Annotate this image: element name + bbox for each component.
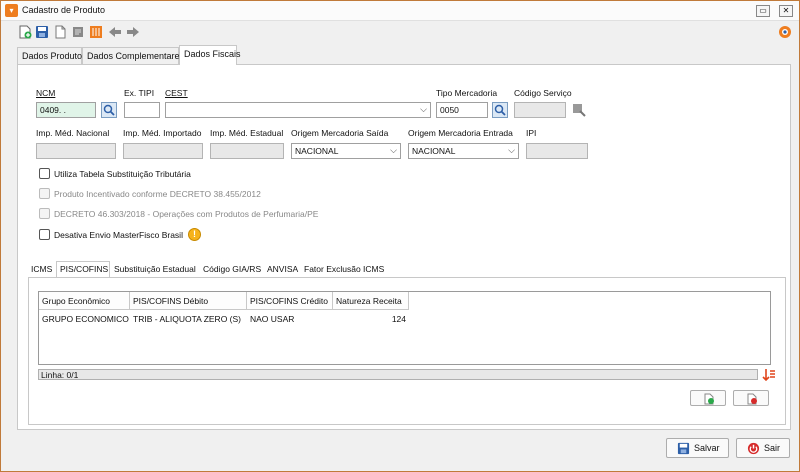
tipo-mercadoria-label: Tipo Mercadoria [436,88,498,98]
remove-row-button[interactable] [733,390,769,406]
window-title: Cadastro de Produto [22,5,106,15]
ex-tipi-label: Ex. TIPI [124,88,155,98]
st-table-checkbox[interactable] [39,168,50,179]
perfumaria-checkbox [39,208,50,219]
report-icon[interactable] [89,25,103,39]
exit-label: Sair [764,443,781,453]
col-natureza-receita[interactable]: Natureza Receita [333,292,409,310]
imp-med-importado-label: Imp. Méd. Importado [123,128,202,138]
tipo-mercadoria-search-icon[interactable] [492,102,508,118]
ipi-input [526,143,588,159]
tipo-mercadoria-input[interactable]: 0050 [436,102,488,118]
incentivado-label: Produto Incentivado conforme DECRETO 38.… [54,189,261,199]
app-icon: ▾ [5,4,18,17]
warning-icon: ! [188,228,201,241]
close-button[interactable]: ✕ [779,5,793,17]
fiscal-panel: NCM 0409. . Ex. TIPI CEST ⌵ Tipo Mercado… [17,64,791,430]
ncm-label: NCM [36,88,56,98]
add-row-button[interactable] [690,390,726,406]
pis-cofins-panel: Grupo Econômico PIS/COFINS Débito PIS/CO… [28,277,786,425]
row-counter: Linha: 0/1 [41,370,79,380]
st-table-label: Utiliza Tabela Substituição Tributária [54,169,191,179]
arrow-left-icon[interactable] [108,25,122,39]
exit-button[interactable]: Sair [736,438,790,458]
ipi-label: IPI [526,128,537,138]
save-button[interactable]: Salvar [666,438,729,458]
col-pis-cofins-credito[interactable]: PIS/COFINS Crédito [247,292,333,310]
ncm-search-icon[interactable] [101,102,117,118]
tab-icms[interactable]: ICMS [28,262,56,277]
tab-pis-cofins[interactable]: PIS/COFINS [56,261,110,277]
tab-anvisa[interactable]: ANVISA [264,262,302,277]
col-grupo-economico[interactable]: Grupo Econômico [39,292,130,310]
cest-select[interactable]: ⌵ [165,102,431,118]
save-icon [677,442,690,455]
arrow-right-icon[interactable] [126,25,140,39]
ncm-input[interactable]: 0409. . [36,102,96,118]
imp-med-nacional-input [36,143,116,159]
save-label: Salvar [694,443,720,453]
origem-entrada-value: NACIONAL [412,146,456,156]
incentivado-checkbox [39,188,50,199]
remove-icon [747,393,757,405]
title-bar: ▾ Cadastro de Produto ▭ ✕ [1,1,799,21]
codigo-servico-label: Código Serviço [514,88,572,98]
tab-fator-exclusao-icms[interactable]: Fator Exclusão ICMS [301,262,389,277]
chevron-down-icon: ⌵ [508,145,515,155]
origem-entrada-label: Origem Mercadoria Entrada [408,128,513,138]
imp-med-estadual-input [210,143,284,159]
table-cell[interactable]: 124 [333,311,409,327]
masterfisco-checkbox[interactable] [39,229,50,240]
table-cell[interactable]: TRIB - ALIQUOTA ZERO (S) [130,311,247,327]
tab-codigo-gia-rs[interactable]: Código GIA/RS [200,262,265,277]
masterfisco-label: Desativa Envio MasterFisco Brasil [54,230,183,240]
imp-med-nacional-label: Imp. Méd. Nacional [36,128,110,138]
help-icon[interactable] [778,25,792,39]
copy-icon[interactable] [53,25,67,39]
imp-med-importado-input [123,143,203,159]
imp-med-estadual-label: Imp. Méd. Estadual [210,128,284,138]
tab-dados-produto[interactable]: Dados Produto [17,47,82,64]
cest-label: CEST [165,88,188,98]
col-pis-cofins-debito[interactable]: PIS/COFINS Débito [130,292,247,310]
origem-entrada-select[interactable]: NACIONAL ⌵ [408,143,519,159]
tab-dados-complementares[interactable]: Dados Complementares [82,47,184,64]
new-doc-icon[interactable] [18,25,32,39]
chevron-down-icon: ⌵ [390,145,397,155]
tab-substituicao-estadual[interactable]: Substituição Estadual [111,262,201,277]
edit-icon[interactable] [71,25,85,39]
chevron-down-icon: ⌵ [420,104,427,114]
sort-icon[interactable] [762,368,776,381]
maximize-button[interactable]: ▭ [756,5,770,17]
add-icon [704,393,714,405]
origem-saida-label: Origem Mercadoria Saída [291,128,389,138]
table-cell[interactable]: NAO USAR [247,311,333,327]
pis-cofins-grid[interactable]: Grupo Econômico PIS/COFINS Débito PIS/CO… [38,291,771,365]
table-cell[interactable]: GRUPO ECONOMICO [39,311,130,327]
ex-tipi-input[interactable] [124,102,160,118]
grid-status: Linha: 0/1 [38,369,758,380]
save-icon[interactable] [35,25,49,39]
origem-saida-select[interactable]: NACIONAL ⌵ [291,143,401,159]
codigo-servico-search-icon [573,104,586,117]
tab-dados-fiscais[interactable]: Dados Fiscais [179,45,241,65]
codigo-servico-input [514,102,566,118]
origem-saida-value: NACIONAL [295,146,339,156]
perfumaria-label: DECRETO 46.303/2018 - Operações com Prod… [54,209,319,219]
exit-icon [747,442,760,455]
product-window: ▾ Cadastro de Produto ▭ ✕ Dados Produto … [0,0,800,472]
